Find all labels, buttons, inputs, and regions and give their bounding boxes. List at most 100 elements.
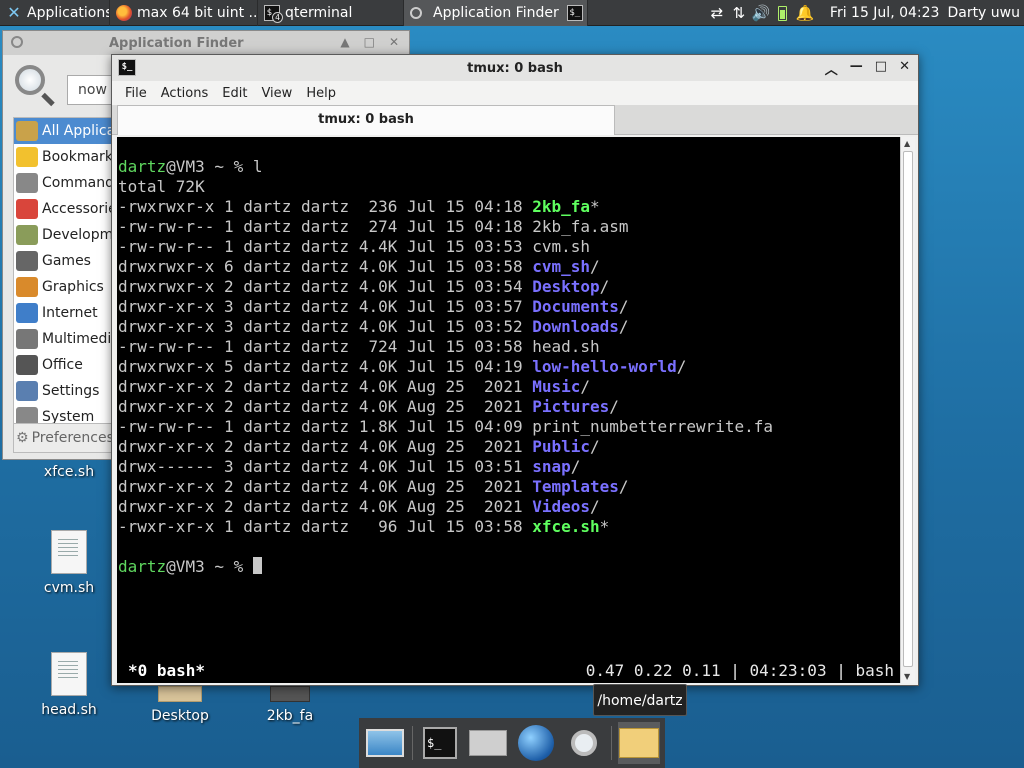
tmux-window-label[interactable]: *0 bash* — [128, 661, 205, 683]
gear-icon: ⚙ — [16, 430, 29, 446]
scroll-down-icon[interactable]: ▼ — [904, 672, 910, 681]
taskbar-item-label: qterminal — [285, 4, 353, 21]
notification-bell-icon[interactable]: 🔔 — [794, 0, 816, 26]
window-menu-icon[interactable] — [11, 36, 23, 48]
scrollbar-thumb[interactable] — [903, 151, 913, 667]
file-suffix: / — [580, 377, 591, 396]
taskbar-item-app-finder[interactable]: Application Finder $_ — [404, 0, 588, 26]
listing-row: -rwxrwxr-x 1 dartz dartz 236 Jul 15 04:1… — [118, 197, 902, 217]
listing-row: drwxr-xr-x 2 dartz dartz 4.0K Aug 25 202… — [118, 377, 902, 397]
dock-home-folder[interactable] — [467, 722, 509, 764]
clock[interactable]: Fri 15 Jul, 04:23 — [816, 5, 948, 21]
taskbar-item-label: Application Finder — [433, 4, 559, 21]
home-folder-icon — [469, 730, 507, 756]
volume-icon[interactable]: 🔊 — [750, 0, 772, 26]
dock-show-desktop[interactable] — [364, 722, 406, 764]
menu-help[interactable]: Help — [299, 86, 343, 101]
category-multimedia[interactable]: Multimedia — [14, 326, 112, 352]
minimize-button[interactable]: ▲ — [340, 35, 349, 49]
menu-actions[interactable]: Actions — [154, 86, 216, 101]
file-name: cvm_sh — [532, 257, 591, 276]
all-apps-icon — [16, 121, 38, 141]
dock-folder[interactable] — [618, 722, 660, 764]
terminal-icon: $_ — [423, 727, 457, 759]
folder-icon — [619, 728, 659, 758]
vertical-scrollbar[interactable]: ▲ ▼ — [900, 137, 915, 683]
category-development[interactable]: Development — [14, 222, 112, 248]
bottom-dock: $_ — [359, 718, 665, 768]
category-graphics[interactable]: Graphics — [14, 274, 112, 300]
category-label: Office — [42, 357, 83, 373]
desktop-icon-xfce-sh[interactable]: xfce.sh — [24, 464, 114, 480]
desktop-icon-desktop[interactable]: Desktop — [135, 686, 225, 724]
transfer-arrows-icon[interactable]: ⇅ — [728, 0, 750, 26]
development-icon — [16, 225, 38, 245]
network-icon[interactable]: ⇄ — [706, 0, 728, 26]
text-file-icon — [51, 652, 87, 696]
app-finder-titlebar[interactable]: Application Finder ▲ □ ✕ — [3, 31, 409, 55]
menu-file[interactable]: File — [118, 86, 154, 101]
search-lens-icon — [15, 65, 55, 107]
file-suffix: / — [590, 257, 600, 276]
minimize-button[interactable]: — — [850, 59, 863, 78]
listing-row: -rw-rw-r-- 1 dartz dartz 274 Jul 15 04:1… — [118, 217, 902, 237]
category-settings[interactable]: Settings — [14, 378, 112, 404]
category-label: All Applications — [42, 123, 112, 139]
file-suffix: / — [676, 357, 687, 376]
menu-edit[interactable]: Edit — [215, 86, 254, 101]
terminal-titlebar[interactable]: $_ tmux: 0 bash ︿ — □ ✕ — [112, 55, 918, 81]
file-meta: drwxr-xr-x 2 dartz dartz 4.0K Aug 25 202… — [118, 377, 533, 396]
dock-web-browser[interactable] — [515, 722, 557, 764]
file-suffix: / — [590, 437, 600, 456]
category-office[interactable]: Office — [14, 352, 112, 378]
top-panel: ✕ Applications max 64 bit uint ... $_ 4 q… — [0, 0, 1024, 26]
listing-row: drwxr-xr-x 2 dartz dartz 4.0K Aug 25 202… — [118, 477, 902, 497]
category-all-applications[interactable]: All Applications — [14, 118, 112, 144]
desktop-icon-cvm-sh[interactable]: cvm.sh — [24, 530, 114, 596]
category-bookmarks[interactable]: Bookmarks — [14, 144, 112, 170]
listing-row: -rw-rw-r-- 1 dartz dartz 1.8K Jul 15 04:… — [118, 417, 902, 437]
scroll-up-icon[interactable]: ▲ — [904, 139, 910, 148]
maximize-button[interactable]: □ — [875, 59, 887, 78]
applications-menu-button[interactable]: ✕ Applications — [0, 0, 110, 26]
file-meta: -rwxr-xr-x 1 dartz dartz 96 Jul 15 03:58 — [118, 517, 533, 536]
file-meta: drwxrwxr-x 2 dartz dartz 4.0K Jul 15 03:… — [118, 277, 533, 296]
tmux-status-bar: *0 bash* 0.47 0.22 0.11 | 04:23:03 | bas… — [117, 661, 902, 683]
close-button[interactable]: ✕ — [899, 59, 910, 78]
shade-button[interactable]: ︿ — [825, 59, 838, 78]
file-name: 2kb_fa.asm — [532, 217, 629, 236]
firefox-icon — [116, 4, 132, 21]
preferences-button[interactable]: ⚙ Preferences — [13, 423, 113, 453]
desktop-icon-2kb-fa[interactable]: 2kb_fa — [245, 686, 335, 724]
multimedia-icon — [16, 329, 38, 349]
file-name: Desktop — [532, 277, 600, 296]
file-meta: drwx------ 3 dartz dartz 4.0K Jul 15 03:… — [118, 457, 533, 476]
battery-icon[interactable] — [772, 0, 794, 26]
maximize-button[interactable]: □ — [364, 35, 375, 49]
close-button[interactable]: ✕ — [389, 35, 399, 49]
file-meta: drwxr-xr-x 2 dartz dartz 4.0K Aug 25 202… — [118, 477, 533, 496]
category-commands[interactable]: Commands — [14, 170, 112, 196]
taskbar-item-qterminal[interactable]: $_ 4 qterminal — [258, 0, 404, 26]
category-internet[interactable]: Internet — [14, 300, 112, 326]
desktop-icon-head-sh[interactable]: head.sh — [24, 652, 114, 718]
user-name[interactable]: Darty uwu — [947, 5, 1024, 21]
menu-bar: File Actions Edit View Help — [112, 81, 918, 105]
app-finder-icon — [571, 730, 597, 756]
category-games[interactable]: Games — [14, 248, 112, 274]
file-suffix: * — [590, 197, 600, 216]
preferences-label: Preferences — [31, 430, 113, 446]
text-cursor — [252, 557, 262, 574]
graphics-icon — [16, 277, 38, 297]
terminal-screen[interactable]: dartz@VM3 ~ % l total 72K -rwxrwxr-x 1 d… — [117, 137, 902, 683]
file-meta: drwxrwxr-x 6 dartz dartz 4.0K Jul 15 03:… — [118, 257, 533, 276]
web-browser-icon — [518, 725, 554, 761]
category-accessories[interactable]: Accessories — [14, 196, 112, 222]
tab-tmux-bash[interactable]: tmux: 0 bash — [117, 105, 615, 135]
taskbar-item-browser[interactable]: max 64 bit uint ... — [110, 0, 258, 26]
menu-view[interactable]: View — [254, 86, 299, 101]
dock-app-finder[interactable] — [563, 722, 605, 764]
dock-terminal[interactable]: $_ — [419, 722, 461, 764]
listing-row: drwxrwxr-x 2 dartz dartz 4.0K Jul 15 03:… — [118, 277, 902, 297]
